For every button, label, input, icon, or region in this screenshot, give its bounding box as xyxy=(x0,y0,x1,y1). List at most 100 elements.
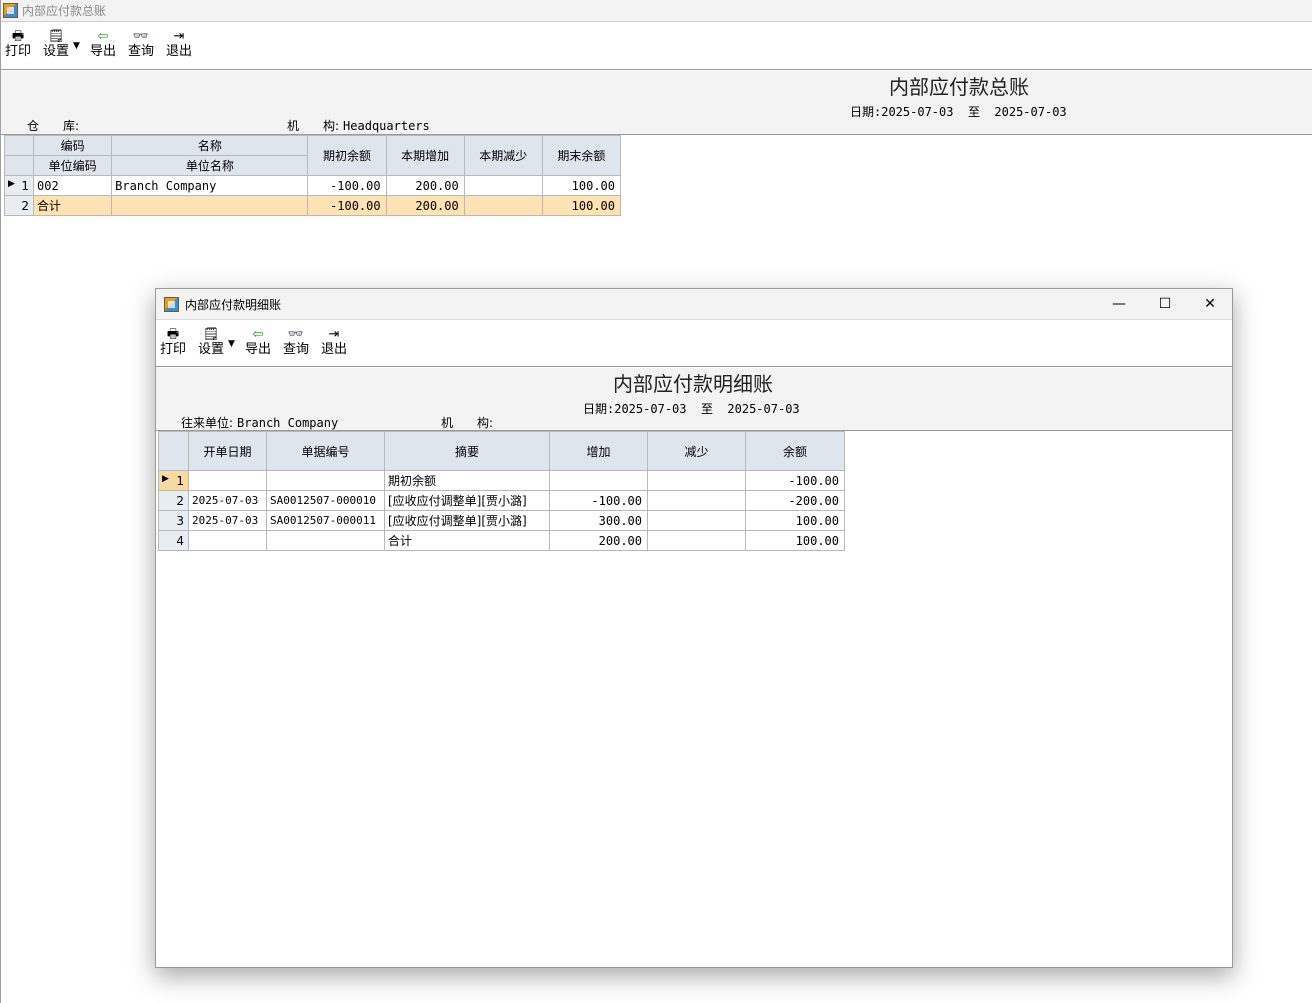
cell-increase[interactable] xyxy=(549,470,648,491)
cell-balance[interactable]: 100.00 xyxy=(745,530,845,551)
cell-decrease[interactable] xyxy=(463,175,543,196)
close-button[interactable]: ✕ xyxy=(1187,289,1233,319)
main-report-header: 内部应付款总账 日期:2025-07-03 至 2025-07-03 仓 库: … xyxy=(1,71,1312,135)
row-indicator[interactable]: 4 xyxy=(158,530,189,551)
dialog-print-button[interactable]: 🖶 打印 xyxy=(160,327,186,358)
cell-summary[interactable]: [应收应付调整单][贾小潞] xyxy=(384,490,550,511)
settings-icon: 🗒 xyxy=(202,327,220,342)
cell-doc-no[interactable]: SA0012507-000010 xyxy=(266,490,385,511)
col-header-summary[interactable]: 摘要 xyxy=(384,431,550,471)
table-row[interactable]: ▶ 1 002 Branch Company -100.00 200.00 100… xyxy=(3,175,622,196)
cell-code[interactable]: 合计 xyxy=(33,195,113,216)
cell-doc-no[interactable] xyxy=(266,530,385,551)
cell-code[interactable]: 002 xyxy=(33,175,113,196)
cell-increase[interactable]: 200.00 xyxy=(549,530,648,551)
main-toolbar: 🖶 打印 🗒 设置 ▼ ⇦ 导出 👓 查询 ⇥ 退出 xyxy=(1,22,1312,70)
table-row-total[interactable]: 2 合计 -100.00 200.00 100.00 xyxy=(3,195,622,216)
export-icon: ⇦ xyxy=(97,29,109,44)
row-indicator[interactable]: 3 xyxy=(158,510,189,531)
col-header-balance[interactable]: 余额 xyxy=(745,431,845,471)
cell-decrease[interactable] xyxy=(647,510,746,531)
cell-date[interactable]: 2025-07-03 xyxy=(188,490,267,511)
cell-date[interactable]: 2025-07-03 xyxy=(188,510,267,531)
cell-doc-no[interactable] xyxy=(266,470,385,491)
table-row[interactable]: 3 2025-07-03 SA0012507-000011 [应收应付调整单][… xyxy=(158,510,845,531)
table-row-total[interactable]: 4 合计 200.00 100.00 xyxy=(158,530,845,551)
cell-summary[interactable]: [应收应付调整单][贾小潞] xyxy=(384,510,550,531)
cell-decrease[interactable] xyxy=(647,490,746,511)
cell-balance[interactable]: -100.00 xyxy=(745,470,845,491)
exit-door-icon: ⇥ xyxy=(173,29,185,44)
cell-name[interactable] xyxy=(111,195,309,216)
main-window-title: 内部应付款总账 xyxy=(22,4,107,18)
printer-icon: 🖶 xyxy=(11,29,25,44)
binoculars-icon: 👓 xyxy=(287,327,305,342)
table-row[interactable]: ▶ 1 期初余额 -100.00 xyxy=(158,470,845,491)
settings-button[interactable]: 🗒 设置 xyxy=(43,29,69,60)
table-row[interactable]: 2 2025-07-03 SA0012507-000010 [应收应付调整单][… xyxy=(158,490,845,511)
cell-increase[interactable]: 300.00 xyxy=(549,510,648,531)
dialog-export-button[interactable]: ⇦ 导出 xyxy=(245,327,271,358)
col-header-closing[interactable]: 期末余额 xyxy=(541,135,622,176)
col-header-increase[interactable]: 本期增加 xyxy=(385,135,465,176)
cell-date[interactable] xyxy=(188,530,267,551)
exit-door-icon: ⇥ xyxy=(328,327,340,342)
cell-balance[interactable]: 100.00 xyxy=(745,510,845,531)
cell-name[interactable]: Branch Company xyxy=(111,175,309,196)
cell-opening[interactable]: -100.00 xyxy=(307,175,387,196)
col-header-name[interactable]: 名称 xyxy=(111,135,309,156)
col-header-date[interactable]: 开单日期 xyxy=(188,431,267,471)
row-indicator[interactable]: 2 xyxy=(158,490,189,511)
dialog-org-label: 机 构: xyxy=(441,416,494,430)
col-header-decrease[interactable]: 本期减少 xyxy=(463,135,543,176)
minimize-button[interactable]: — xyxy=(1096,289,1142,319)
app-icon xyxy=(3,3,18,18)
query-button[interactable]: 👓 查询 xyxy=(128,29,154,60)
cell-summary[interactable]: 期初余额 xyxy=(384,470,550,491)
binoculars-icon: 👓 xyxy=(132,29,150,44)
org-label: 机 构: Headquarters xyxy=(287,119,430,133)
row-indicator[interactable]: ▶ 1 xyxy=(158,470,189,491)
col-header-opening[interactable]: 期初余额 xyxy=(307,135,387,176)
col-header-doc-no[interactable]: 单据编号 xyxy=(266,431,385,471)
dialog-settings-button[interactable]: 🗒 设置 xyxy=(198,327,224,358)
cell-balance[interactable]: -200.00 xyxy=(745,490,845,511)
warehouse-label: 仓 库: xyxy=(27,119,80,133)
col-header-decrease[interactable]: 减少 xyxy=(647,431,746,471)
summary-ledger-table: 编码 名称 期初余额 本期增加 本期减少 期末余额 单位编码 单位名称 ▶ 1 0… xyxy=(3,135,622,216)
dialog-titlebar[interactable]: 内部应付款明细账 — ☐ ✕ xyxy=(156,289,1232,320)
col-header-code[interactable]: 编码 xyxy=(33,135,113,156)
cell-summary[interactable]: 合计 xyxy=(384,530,550,551)
cell-closing[interactable]: 100.00 xyxy=(541,195,622,216)
dialog-settings-dropdown-caret[interactable]: ▼ xyxy=(228,339,235,349)
cell-closing[interactable]: 100.00 xyxy=(541,175,622,196)
app-icon xyxy=(164,296,179,312)
exit-button[interactable]: ⇥ 退出 xyxy=(166,29,192,60)
col-header-unit-code[interactable]: 单位编码 xyxy=(33,155,113,176)
maximize-button[interactable]: ☐ xyxy=(1142,289,1188,319)
print-button[interactable]: 🖶 打印 xyxy=(5,29,31,60)
dialog-query-button[interactable]: 👓 查询 xyxy=(283,327,309,358)
dialog-toolbar: 🖶 打印 🗒 设置 ▼ ⇦ 导出 👓 查询 ⇥ 退出 xyxy=(156,320,1232,367)
cell-decrease[interactable] xyxy=(647,470,746,491)
col-header-increase[interactable]: 增加 xyxy=(549,431,648,471)
dialog-window-title: 内部应付款明细账 xyxy=(185,297,282,312)
export-button[interactable]: ⇦ 导出 xyxy=(90,29,116,60)
cell-opening[interactable]: -100.00 xyxy=(307,195,387,216)
row-indicator[interactable]: 2 xyxy=(3,195,35,216)
row-indicator[interactable]: ▶ 1 xyxy=(3,175,35,196)
cell-increase[interactable]: 200.00 xyxy=(385,175,465,196)
settings-icon: 🗒 xyxy=(47,29,65,44)
cell-date[interactable] xyxy=(188,470,267,491)
cell-increase[interactable]: 200.00 xyxy=(385,195,465,216)
settings-dropdown-caret[interactable]: ▼ xyxy=(73,41,80,51)
corner-cell xyxy=(3,155,35,176)
corner-cell xyxy=(158,431,189,471)
dialog-exit-button[interactable]: ⇥ 退出 xyxy=(321,327,347,358)
col-header-unit-name[interactable]: 单位名称 xyxy=(111,155,309,176)
cell-increase[interactable]: -100.00 xyxy=(549,490,648,511)
cell-decrease[interactable] xyxy=(647,530,746,551)
cell-decrease[interactable] xyxy=(463,195,543,216)
cell-doc-no[interactable]: SA0012507-000011 xyxy=(266,510,385,531)
main-titlebar: 内部应付款总账 xyxy=(1,0,1312,22)
